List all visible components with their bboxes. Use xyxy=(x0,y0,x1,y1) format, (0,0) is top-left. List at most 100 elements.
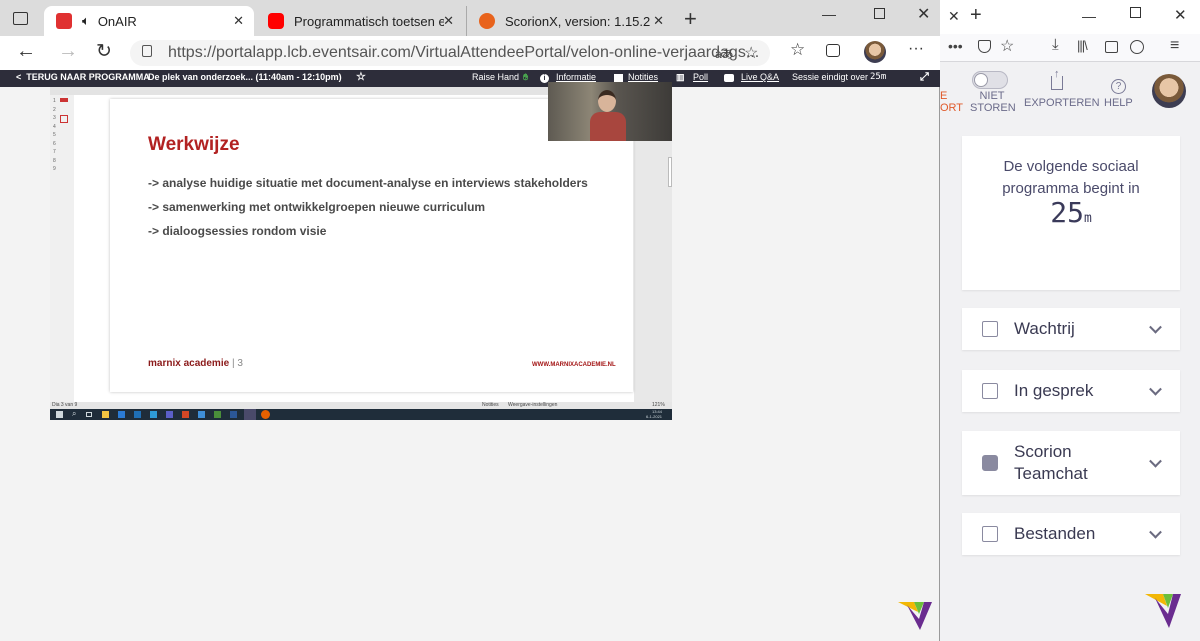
chevron-down-icon[interactable] xyxy=(1149,382,1162,396)
windows-start-icon[interactable] xyxy=(56,411,63,418)
tab-title: ScorionX, version: 1.15.2 xyxy=(505,13,651,29)
tab-scorion[interactable]: ScorionX, version: 1.15.2 ✕ xyxy=(466,6,674,36)
panel-in-gesprek[interactable]: In gesprek xyxy=(962,370,1180,412)
firefox-icon[interactable] xyxy=(261,410,270,419)
tab-onair[interactable]: 🔈︎ OnAIR ✕ xyxy=(44,6,254,36)
chevron-down-icon[interactable] xyxy=(1149,525,1162,539)
read-aloud-icon[interactable]: aあ xyxy=(715,45,734,62)
chevron-down-icon[interactable] xyxy=(1149,454,1162,468)
back-icon[interactable]: ← xyxy=(16,40,36,63)
countdown-number: 25 xyxy=(1050,196,1084,229)
more-actions-icon[interactable]: ••• xyxy=(948,38,963,54)
close-tab-icon[interactable]: ✕ xyxy=(948,8,960,25)
account-icon[interactable] xyxy=(1130,40,1144,54)
refresh-icon[interactable]: ↻ xyxy=(96,40,112,63)
url-text: https://portalapp.lcb.eventsair.com/Virt… xyxy=(168,44,760,61)
panel-wachtrij[interactable]: Wachtrij xyxy=(962,308,1180,350)
speaker-icon[interactable]: 🔈︎ xyxy=(82,13,90,29)
qa-icon xyxy=(724,74,734,82)
download-icon[interactable]: ⤓ xyxy=(1052,36,1059,53)
live-qa-link[interactable]: Live Q&A xyxy=(741,72,779,82)
task-view-icon[interactable] xyxy=(86,412,92,417)
favorite-star-icon[interactable]: ☆ xyxy=(356,70,366,83)
close-window-icon[interactable]: ✕ xyxy=(917,4,930,24)
menu-icon[interactable]: ··· xyxy=(908,40,924,58)
ppt-status-bar: Dia 3 van 9 Notities Weergave-instelling… xyxy=(50,402,672,409)
file-icon xyxy=(982,526,998,542)
note-icon xyxy=(982,383,998,399)
close-tab-icon[interactable]: ✕ xyxy=(233,13,244,29)
sidebar-icon[interactable] xyxy=(1105,41,1118,53)
back-label: TERUG NAAR PROGRAMMA xyxy=(26,72,150,82)
note-icon xyxy=(982,321,998,337)
profile-avatar[interactable] xyxy=(864,41,886,63)
address-bar[interactable]: https://portalapp.lcb.eventsair.com/Virt… xyxy=(130,40,770,66)
notities-link[interactable]: Notities xyxy=(628,72,658,82)
session-ends-value: 25m xyxy=(870,72,887,82)
search-icon[interactable]: ⌕ xyxy=(72,409,76,419)
status-view-settings[interactable]: Weergave-instellingen xyxy=(508,402,557,408)
app-icon[interactable] xyxy=(150,411,157,418)
add-favorite-icon[interactable]: ☆ xyxy=(744,43,758,63)
slide-title: Werkwijze xyxy=(148,134,240,155)
informatie-link[interactable]: Informatie xyxy=(556,72,596,82)
app-icon[interactable] xyxy=(214,411,221,418)
app-icon[interactable] xyxy=(134,411,141,418)
user-avatar[interactable] xyxy=(1152,74,1186,108)
slide-bullet: -> dialoogsessies rondom visie xyxy=(148,224,327,238)
scorion-icon xyxy=(479,13,495,29)
close-tab-icon[interactable]: ✕ xyxy=(443,13,454,29)
maximize-icon[interactable] xyxy=(1130,7,1141,18)
status-notes[interactable]: Notities xyxy=(482,402,499,408)
bookmark-star-icon[interactable]: ☆ xyxy=(1000,36,1014,56)
forward-icon[interactable]: → xyxy=(58,40,78,63)
collections-icon[interactable] xyxy=(826,44,840,57)
minimize-icon[interactable]: — xyxy=(1082,8,1096,24)
close-tab-icon[interactable]: ✕ xyxy=(653,13,664,29)
hand-icon[interactable]: ✋︎ xyxy=(523,72,528,83)
help-button[interactable]: HELP xyxy=(1104,97,1133,109)
windows-taskbar: ⌕ 13:44 6-1-2021 xyxy=(50,409,672,420)
favorites-icon[interactable]: ☆ xyxy=(790,40,805,60)
youtube-icon xyxy=(268,13,284,29)
tab-bar: 🔈︎ OnAIR ✕ Programmatisch toetsen en fee… xyxy=(0,0,940,36)
tab-programmatisch[interactable]: Programmatisch toetsen en feed ✕ xyxy=(256,6,464,36)
thumb-numbers: 1 2 3 4 5 6 7 8 9 xyxy=(53,97,56,174)
app-icon[interactable] xyxy=(182,411,189,418)
help-icon[interactable]: ? xyxy=(1111,79,1126,94)
panel-scorion-teamchat[interactable]: Scorion Teamchat xyxy=(962,431,1180,495)
app-icon[interactable] xyxy=(118,411,125,418)
session-title: De plek van onderzoek... (11:40am - 12:1… xyxy=(148,72,342,82)
app-icon[interactable] xyxy=(230,411,237,418)
lock-icon[interactable] xyxy=(142,45,152,57)
thumb-number: 7 xyxy=(53,149,56,155)
export-button[interactable]: EXPORTEREN xyxy=(1024,97,1100,109)
tab-actions-icon[interactable] xyxy=(13,12,28,25)
close-window-icon[interactable]: ✕ xyxy=(1174,6,1187,24)
maximize-icon[interactable] xyxy=(874,8,885,19)
minimize-icon[interactable]: — xyxy=(822,6,836,22)
chevron-down-icon[interactable] xyxy=(1149,320,1162,334)
countdown-card: De volgende sociaal programma begint in … xyxy=(962,136,1180,290)
onair-icon xyxy=(56,13,72,29)
app-icon-active[interactable] xyxy=(244,409,256,420)
speaker-video[interactable] xyxy=(548,82,672,141)
app-icon[interactable] xyxy=(166,411,173,418)
new-tab-icon[interactable]: + xyxy=(684,6,697,32)
do-not-disturb-toggle[interactable] xyxy=(972,71,1008,89)
scroll-thumb xyxy=(668,157,672,187)
menu-icon[interactable]: ≡ xyxy=(1170,37,1179,55)
export-arrow: ↑ xyxy=(1054,68,1060,80)
poll-link[interactable]: Poll xyxy=(693,72,708,82)
explorer-icon[interactable] xyxy=(102,411,109,418)
app-icon[interactable] xyxy=(198,411,205,418)
fullscreen-icon[interactable]: ⤢ xyxy=(920,71,929,84)
panel-bestanden[interactable]: Bestanden xyxy=(962,513,1180,555)
pocket-icon[interactable] xyxy=(978,40,991,53)
back-to-program-link[interactable]: < TERUG NAAR PROGRAMMA xyxy=(16,72,150,82)
ff-toolbar: ••• ☆ ⤓ |||\ ≡ xyxy=(940,34,1200,62)
new-tab-icon[interactable]: + xyxy=(970,4,982,27)
library-icon[interactable]: |||\ xyxy=(1077,38,1088,53)
raise-hand-button[interactable]: Raise Hand xyxy=(472,72,519,82)
poll-icon: ▥ xyxy=(676,72,685,82)
